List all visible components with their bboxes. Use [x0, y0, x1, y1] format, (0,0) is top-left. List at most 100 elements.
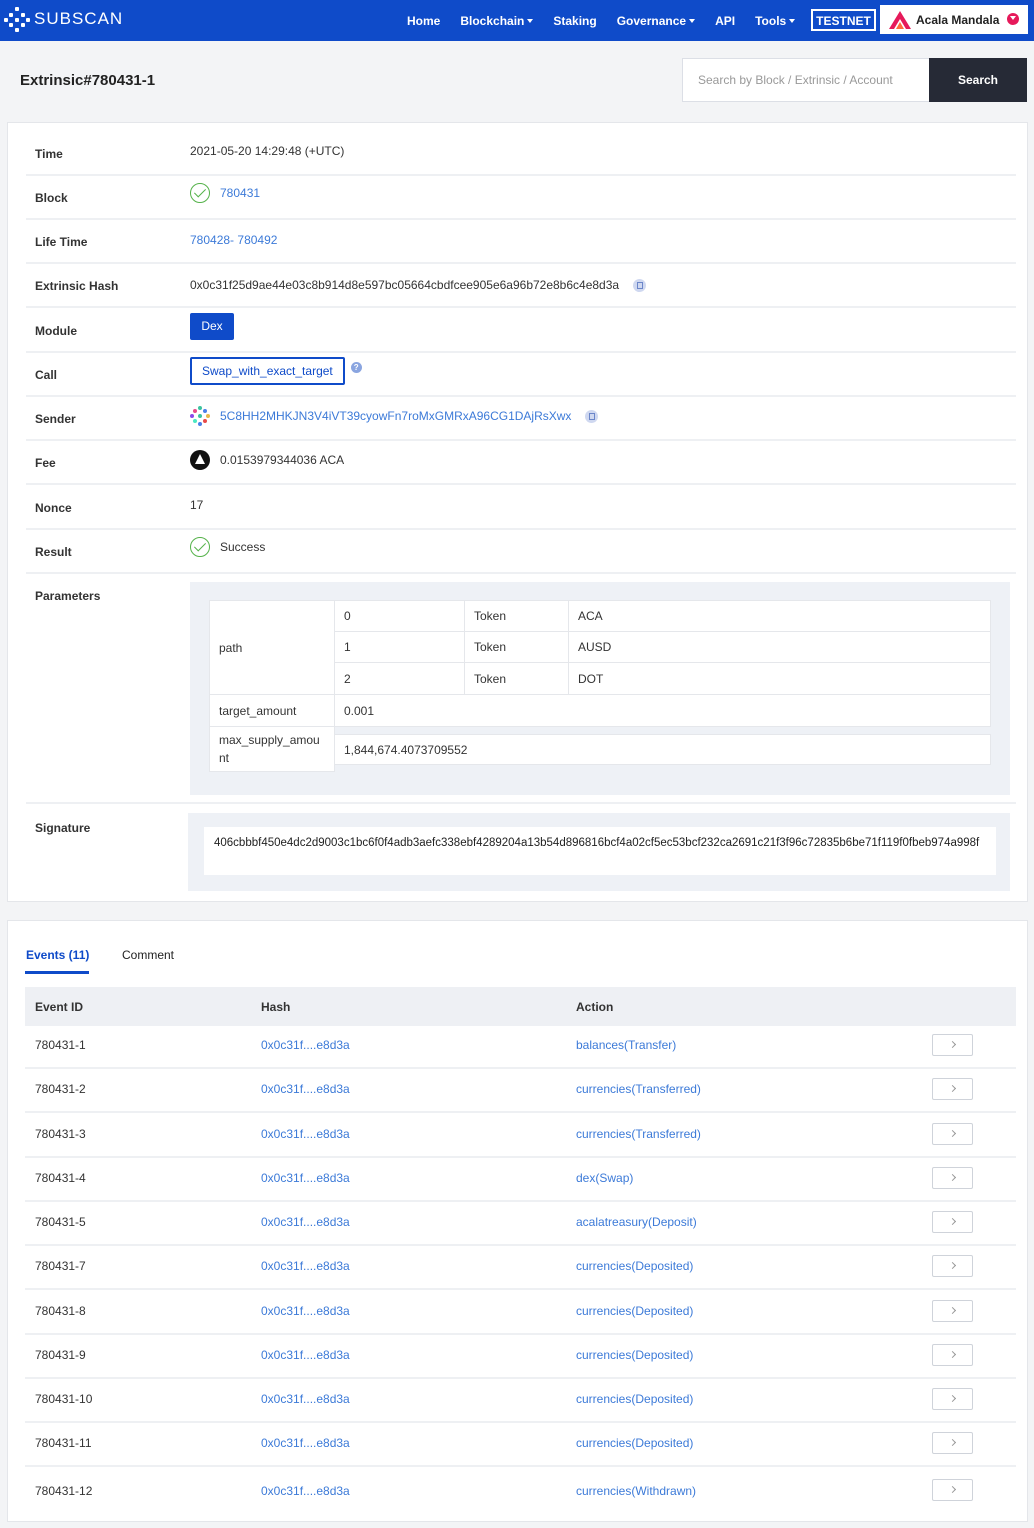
- nav-item-blockchain[interactable]: Blockchain: [460, 14, 534, 28]
- nav-item-label: Home: [407, 13, 441, 28]
- nav-item-api[interactable]: API: [715, 14, 735, 28]
- event-hash-link[interactable]: 0x0c31f....e8d3a: [261, 1127, 350, 1141]
- testnet-badge: TESTNET: [811, 9, 876, 31]
- event-action-link[interactable]: currencies(Deposited): [576, 1348, 693, 1362]
- event-action-link[interactable]: acalatreasury(Deposit): [576, 1215, 697, 1229]
- extrinsic-hash-value: 0x0c31f25d9ae44e03c8b914d8e597bc05664cbd…: [190, 278, 620, 292]
- event-hash-link[interactable]: 0x0c31f....e8d3a: [261, 1392, 350, 1406]
- event-action-link[interactable]: currencies(Deposited): [576, 1436, 693, 1450]
- expand-row-button[interactable]: [932, 1167, 973, 1189]
- event-row: 780431-3 0x0c31f....e8d3a currencies(Trans…: [25, 1114, 1016, 1158]
- nav-item-governance[interactable]: Governance: [616, 13, 696, 28]
- brand-logo[interactable]: SUBSCAN: [4, 6, 123, 32]
- event-row: 780431-8 0x0c31f....e8d3a currencies(Depos…: [25, 1291, 1016, 1335]
- life-time-end-link[interactable]: 780492: [237, 233, 277, 247]
- tab-events[interactable]: Events (11): [26, 948, 89, 962]
- parameters-label: Parameters: [35, 589, 101, 603]
- copy-icon[interactable]: [633, 278, 647, 292]
- expand-row-button[interactable]: [932, 1388, 973, 1410]
- event-hash-link[interactable]: 0x0c31f....e8d3a: [261, 1215, 350, 1229]
- expand-row-button[interactable]: [932, 1034, 973, 1056]
- result-value: Success: [220, 540, 266, 554]
- life-time-label: Life Time: [35, 235, 88, 249]
- call-tag[interactable]: Swap_with_exact_target: [190, 357, 345, 385]
- active-tab-indicator: [25, 971, 89, 974]
- event-hash-link[interactable]: 0x0c31f....e8d3a: [261, 1436, 350, 1450]
- network-selector[interactable]: Acala Mandala: [880, 5, 1028, 34]
- event-action-link[interactable]: currencies(Withdrawn): [576, 1484, 696, 1498]
- event-action-link[interactable]: currencies(Transferred): [576, 1127, 701, 1141]
- subscan-logo-icon: [4, 6, 30, 32]
- nav-item-label: Governance: [616, 13, 687, 28]
- event-hash-link[interactable]: 0x0c31f....e8d3a: [261, 1259, 350, 1273]
- event-row: 780431-10 0x0c31f....e8d3a currencies(Depo…: [25, 1379, 1016, 1423]
- event-id: 780431-8: [35, 1304, 86, 1318]
- event-row: 780431-11 0x0c31f....e8d3a currencies(Depo…: [25, 1423, 1016, 1467]
- event-id: 780431-5: [35, 1215, 86, 1229]
- parameters-panel: path 0 Token ACA 1 Token AUSD 2 Token DO…: [190, 582, 1010, 795]
- event-hash-link[interactable]: 0x0c31f....e8d3a: [261, 1038, 350, 1052]
- help-icon[interactable]: ?: [350, 361, 362, 373]
- aca-token-icon: [190, 450, 210, 470]
- event-row: 780431-7 0x0c31f....e8d3a currencies(Depos…: [25, 1246, 1016, 1290]
- nav-item-staking[interactable]: Staking: [553, 14, 596, 28]
- copy-icon[interactable]: [585, 409, 599, 423]
- param-target-amount-label: target_amount: [209, 694, 335, 727]
- event-hash-link[interactable]: 0x0c31f....e8d3a: [261, 1082, 350, 1096]
- page-title: Extrinsic#780431-1: [20, 72, 156, 89]
- nav-item-home[interactable]: Home: [407, 14, 440, 28]
- path-index-1: 1: [334, 631, 465, 663]
- signature-panel: 406cbbbf450e4dc2d9003c1bc6f0f4adb3aefc33…: [188, 813, 1010, 891]
- module-tag[interactable]: Dex: [190, 313, 234, 340]
- events-table-header: Event ID Hash Action: [25, 987, 1016, 1026]
- event-action-link[interactable]: currencies(Deposited): [576, 1259, 693, 1273]
- event-row: 780431-1 0x0c31f....e8d3a balances(Transfe…: [25, 1025, 1016, 1069]
- event-id: 780431-9: [35, 1348, 86, 1362]
- event-hash-link[interactable]: 0x0c31f....e8d3a: [261, 1304, 350, 1318]
- expand-row-button[interactable]: [932, 1255, 973, 1277]
- path-type-0: Token: [464, 600, 569, 632]
- path-value-1: AUSD: [568, 631, 991, 663]
- identicon-avatar: [190, 406, 210, 426]
- expand-row-button[interactable]: [932, 1123, 973, 1145]
- sender-address-link[interactable]: 5C8HH2MHKJN3V4iVT39cyowFn7roMxGMRxA96CG1…: [220, 409, 571, 423]
- expand-row-button[interactable]: [932, 1078, 973, 1100]
- event-id: 780431-11: [35, 1436, 92, 1450]
- caret-down-icon: [789, 18, 796, 23]
- detail-row-call: Call Swap_with_exact_target ?: [26, 353, 1016, 397]
- result-label: Result: [35, 545, 72, 559]
- event-action-link[interactable]: balances(Transfer): [576, 1038, 676, 1052]
- param-max-supply-label: max_supply_amou nt: [209, 726, 335, 772]
- event-id: 780431-3: [35, 1127, 86, 1141]
- check-circle-icon: [190, 183, 210, 203]
- life-time-start-link[interactable]: 780428: [190, 233, 230, 247]
- nav-item-label: Tools: [755, 13, 787, 28]
- column-header-event-id: Event ID: [35, 1000, 84, 1014]
- extrinsic-hash-label: Extrinsic Hash: [35, 279, 119, 293]
- search-button[interactable]: Search: [929, 58, 1027, 102]
- block-link[interactable]: 780431: [220, 186, 260, 200]
- expand-row-button[interactable]: [932, 1300, 973, 1322]
- event-hash-link[interactable]: 0x0c31f....e8d3a: [261, 1171, 350, 1185]
- expand-row-button[interactable]: [932, 1432, 973, 1454]
- event-action-link[interactable]: currencies(Deposited): [576, 1304, 693, 1318]
- detail-row-life-time: Life Time 780428 - 780492: [26, 220, 1016, 264]
- event-hash-link[interactable]: 0x0c31f....e8d3a: [261, 1484, 350, 1498]
- event-row: 780431-5 0x0c31f....e8d3a acalatreasury(De…: [25, 1202, 1016, 1246]
- event-action-link[interactable]: currencies(Transferred): [576, 1082, 701, 1096]
- tab-comment[interactable]: Comment: [122, 948, 174, 962]
- module-label: Module: [35, 324, 77, 338]
- expand-row-button[interactable]: [932, 1344, 973, 1366]
- extrinsic-detail-card: Time 2021-05-20 14:29:48 (+UTC) Block 78…: [7, 122, 1028, 902]
- event-action-link[interactable]: currencies(Deposited): [576, 1392, 693, 1406]
- brand-name: SUBSCAN: [34, 9, 124, 28]
- event-hash-link[interactable]: 0x0c31f....e8d3a: [261, 1348, 350, 1362]
- nav-item-tools[interactable]: Tools: [755, 13, 796, 28]
- expand-row-button[interactable]: [932, 1479, 973, 1501]
- expand-row-button[interactable]: [932, 1211, 973, 1233]
- path-index-0: 0: [334, 600, 465, 632]
- search-input[interactable]: Search by Block / Extrinsic / Account: [682, 58, 930, 102]
- nonce-label: Nonce: [35, 501, 72, 515]
- event-action-link[interactable]: dex(Swap): [576, 1171, 633, 1185]
- detail-row-result: Result Success: [26, 530, 1016, 574]
